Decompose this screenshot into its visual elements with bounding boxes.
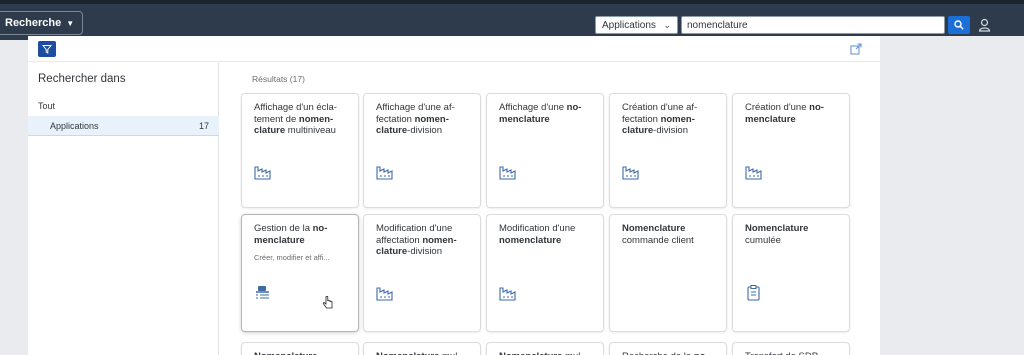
search-button[interactable] bbox=[948, 16, 970, 34]
facet-all[interactable]: Tout bbox=[38, 101, 55, 111]
tile-title: Modification d'une nomenclature bbox=[499, 223, 591, 246]
user-icon[interactable] bbox=[978, 18, 991, 32]
tile-title-highlight: no- bbox=[694, 351, 709, 355]
tile-title-text: multiniveau bbox=[285, 125, 336, 136]
tile-title-text: -division bbox=[407, 125, 443, 136]
tile-title-text: Modification d'une bbox=[499, 223, 576, 234]
result-tile[interactable]: Nomenclature cumulée bbox=[732, 214, 850, 332]
result-tile[interactable]: Nomenclature bbox=[241, 342, 359, 355]
tile-title-highlight: Nomenclature bbox=[622, 223, 686, 234]
mouse-cursor-icon bbox=[322, 295, 334, 310]
result-tile[interactable]: Modification d'une affectation nomen- cl… bbox=[363, 214, 481, 332]
result-tile[interactable]: Création d'une no- menclature bbox=[732, 93, 850, 208]
tile-title: Recherche de la no- bbox=[622, 351, 714, 355]
export-icon[interactable] bbox=[850, 43, 862, 55]
tile-title-text: Gestion de la bbox=[254, 223, 313, 234]
result-tile[interactable]: Recherche de la no- bbox=[609, 342, 727, 355]
filter-button[interactable] bbox=[38, 41, 56, 57]
tile-title: Nomenclature bbox=[254, 351, 346, 355]
facet-item-count: 17 bbox=[198, 121, 209, 131]
result-tile[interactable]: Affichage d'un écla- tement de nomen- cl… bbox=[241, 93, 359, 208]
tile-title: Transfert de SDP bbox=[745, 351, 837, 355]
tile-title: Affichage d'un écla- tement de nomen- cl… bbox=[254, 102, 346, 137]
tile-title: Nomenclature cumulée bbox=[745, 223, 837, 246]
result-tile[interactable]: Nomenclature mul- bbox=[486, 342, 604, 355]
tile-title-text: -division bbox=[653, 125, 689, 136]
factory-icon bbox=[376, 164, 394, 180]
tile-title-text: mul- bbox=[439, 351, 461, 355]
result-tile[interactable]: Gestion de la no- menclature Créer, modif… bbox=[241, 214, 359, 332]
tile-title-text: commande client bbox=[622, 234, 694, 246]
tile-title: Nomenclature mul- bbox=[376, 351, 468, 355]
facet-item-label: Applications bbox=[50, 121, 99, 131]
tile-subtitle: Créer, modifier et affi... bbox=[254, 253, 330, 262]
tile-title: Nomenclature mul- bbox=[499, 351, 591, 355]
search-scope-select[interactable]: Applications ⌄ bbox=[595, 16, 678, 34]
panel-toolbar bbox=[28, 36, 880, 62]
facet-list: Rechercher dans Tout Applications 17 bbox=[28, 63, 219, 355]
chevron-down-icon: ⌄ bbox=[663, 19, 671, 30]
factory-icon bbox=[499, 285, 517, 301]
tile-title-highlight: Nomenclature bbox=[376, 351, 439, 355]
factory-icon bbox=[499, 164, 517, 180]
search-input[interactable] bbox=[681, 16, 945, 34]
result-tile[interactable]: Nomenclature mul- bbox=[363, 342, 481, 355]
app-menu-label: Recherche bbox=[5, 17, 62, 29]
tile-title: Modification d'une affectation nomen- cl… bbox=[376, 223, 468, 258]
tile-title-text: Affichage d'une bbox=[499, 102, 567, 113]
factory-icon bbox=[622, 164, 640, 180]
search-icon bbox=[954, 20, 964, 30]
search-results-panel: Rechercher dans Tout Applications 17 Rés… bbox=[28, 36, 880, 355]
tile-title: Nomenclature commande client bbox=[622, 223, 714, 246]
search-scope-value: Applications bbox=[602, 19, 656, 31]
factory-icon bbox=[376, 285, 394, 301]
results-count: Résultats (17) bbox=[252, 74, 305, 84]
app-menu-button[interactable]: Recherche ▼ bbox=[0, 11, 84, 35]
tile-title: Affichage d'une af- fectation nomen- cla… bbox=[376, 102, 468, 137]
clipboard-icon bbox=[745, 285, 763, 301]
result-tile[interactable]: Nomenclature commande client bbox=[609, 214, 727, 332]
tile-title-text: Création d'une bbox=[745, 102, 810, 113]
factory-icon bbox=[745, 164, 763, 180]
factory-icon bbox=[254, 164, 272, 180]
tile-title: Création d'une af- fectation nomen- clat… bbox=[622, 102, 714, 137]
result-tile[interactable]: Transfert de SDP bbox=[732, 342, 850, 355]
tile-title-text: mul- bbox=[562, 351, 584, 355]
facets-title: Rechercher dans bbox=[38, 73, 126, 85]
right-gutter bbox=[880, 36, 1024, 355]
result-tile[interactable]: Création d'une af- fectation nomen- clat… bbox=[609, 93, 727, 208]
task-list-icon bbox=[254, 285, 272, 301]
tile-title-highlight: nomenclature bbox=[499, 234, 562, 246]
tile-title: Affichage d'une no- menclature bbox=[499, 102, 591, 125]
tile-title-text: Transfert de SDP bbox=[745, 351, 818, 355]
filter-icon bbox=[42, 45, 52, 54]
tile-title-text: -division bbox=[407, 246, 443, 257]
tile-title-text: Recherche de la bbox=[622, 351, 694, 355]
tile-title-highlight: Nomenclature bbox=[745, 223, 809, 234]
result-tile[interactable]: Affichage d'une af- fectation nomen- cla… bbox=[363, 93, 481, 208]
tile-title-highlight: Nomenclature bbox=[499, 351, 562, 355]
tile-title: Création d'une no- menclature bbox=[745, 102, 837, 125]
tile-title-text: cumulée bbox=[745, 234, 781, 246]
result-tile[interactable]: Modification d'une nomenclature bbox=[486, 214, 604, 332]
caret-down-icon: ▼ bbox=[66, 18, 75, 28]
facet-item-applications[interactable]: Applications 17 bbox=[28, 116, 219, 136]
shell-bar: Recherche ▼ Applications ⌄ bbox=[0, 0, 1024, 40]
result-tile[interactable]: Affichage d'une no- menclature bbox=[486, 93, 604, 208]
tile-title: Gestion de la no- menclature bbox=[254, 223, 346, 246]
tile-title-highlight: Nomenclature bbox=[254, 351, 317, 355]
